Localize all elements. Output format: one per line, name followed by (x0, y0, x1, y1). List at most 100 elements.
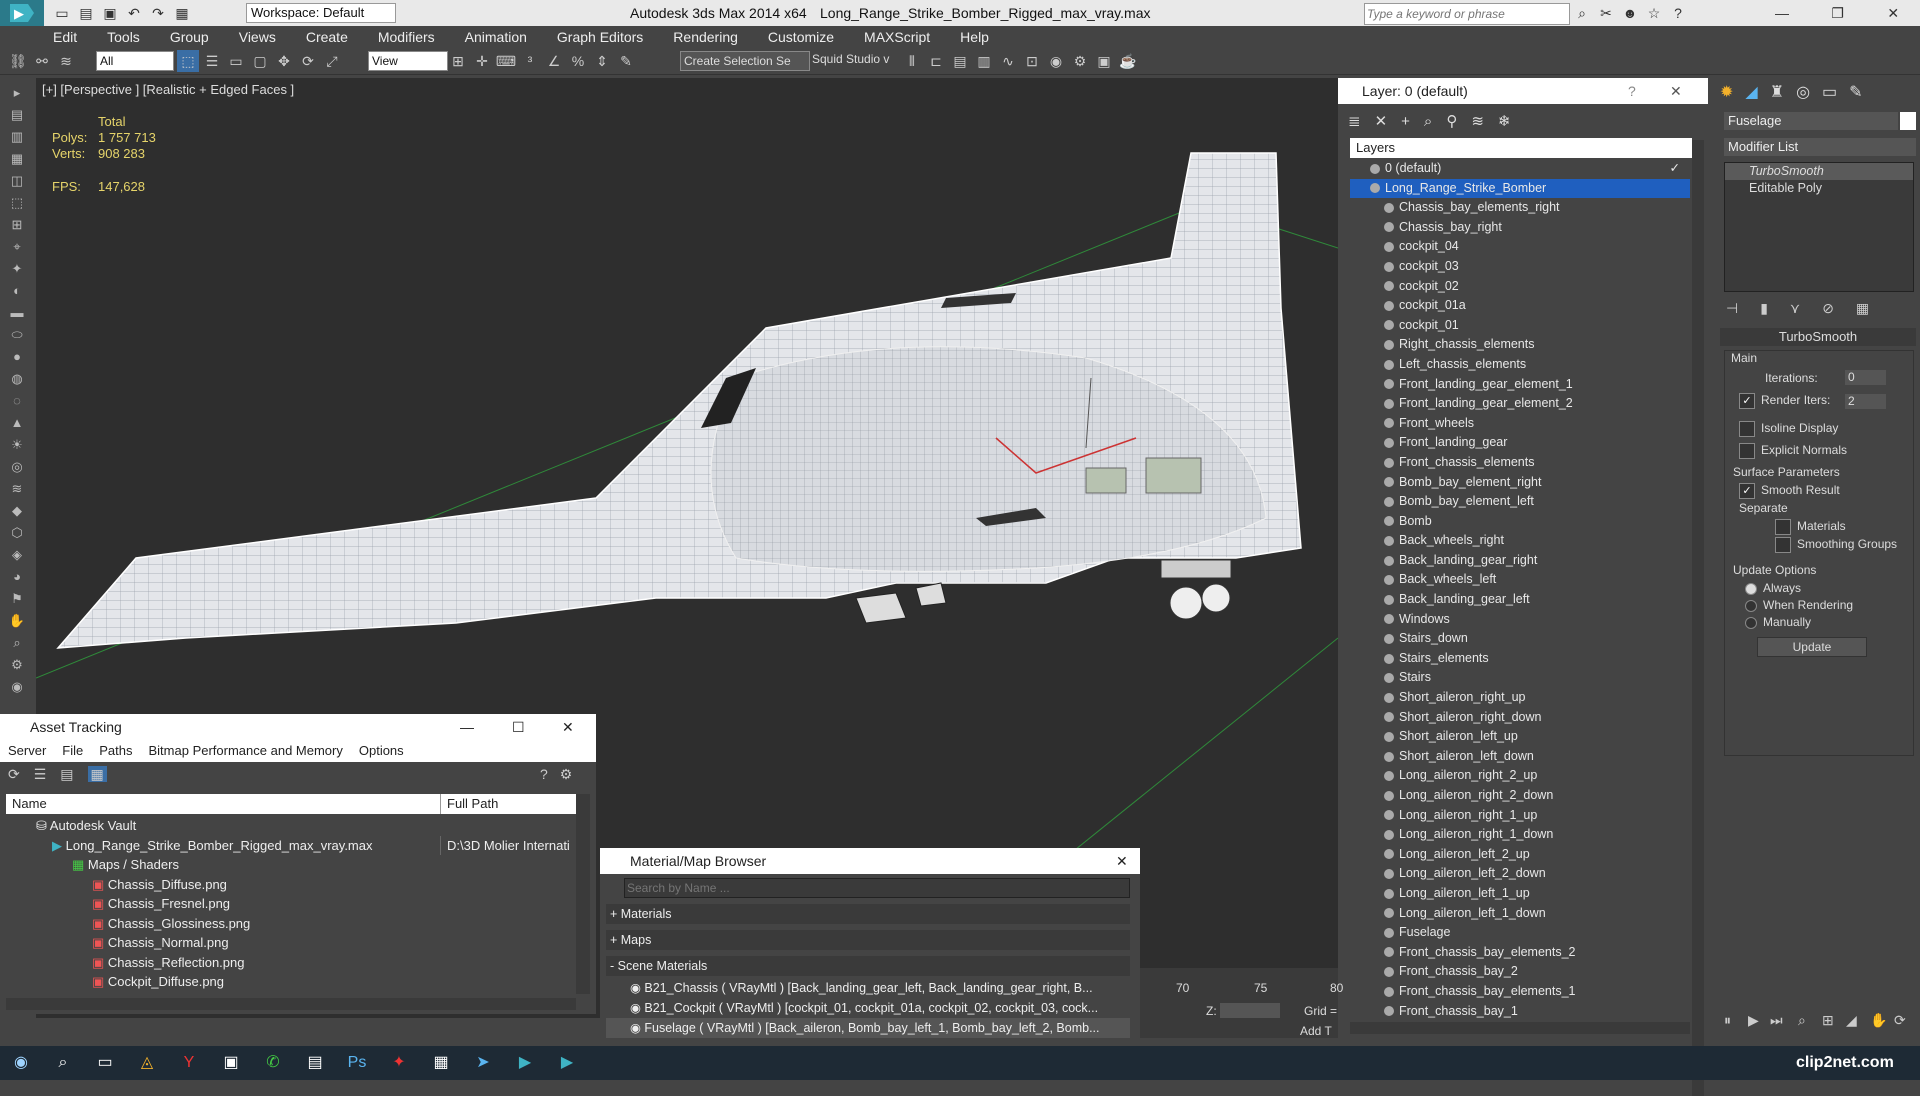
play-icon[interactable]: ▶ (1748, 1012, 1759, 1029)
help-icon[interactable]: ? (540, 766, 548, 782)
layer-object-item[interactable]: Short_aileron_left_down (1350, 747, 1690, 767)
close-icon[interactable]: ✕ (1670, 78, 1682, 104)
tool-5-icon[interactable]: ◫ (4, 170, 30, 192)
layer-object-item[interactable]: cockpit_01a (1350, 296, 1690, 316)
whatsapp-icon[interactable]: ✆ (259, 1049, 287, 1077)
layer-object-item[interactable]: Stairs (1350, 668, 1690, 688)
close-icon[interactable]: ✕ (1883, 3, 1903, 23)
asset-file-row[interactable]: ▶ Long_Range_Strike_Bomber_Rigged_max_vr… (6, 835, 574, 855)
search-input[interactable] (1364, 3, 1570, 25)
maximize-icon[interactable]: ☐ (512, 714, 525, 740)
highlight-layer-icon[interactable]: ⚲ (1446, 113, 1457, 130)
layer-object-item[interactable]: Fuselage (1350, 923, 1690, 943)
asset-vault-row[interactable]: ⛁ Autodesk Vault (6, 816, 574, 836)
scale-icon[interactable]: ⤢ (321, 50, 343, 72)
layer-object-item[interactable]: cockpit_04 (1350, 237, 1690, 257)
layer-object-item[interactable]: Front_chassis_bay_1 (1350, 1002, 1690, 1022)
menu-animation[interactable]: Animation (450, 26, 542, 48)
task-view-icon[interactable]: ▭ (91, 1049, 119, 1077)
new-file-icon[interactable]: ▭ (52, 3, 72, 23)
close-icon[interactable]: ✕ (1116, 848, 1128, 874)
schematic-view-icon[interactable]: ⊡ (1021, 50, 1043, 72)
select-manipulate-icon[interactable]: ✛ (471, 50, 493, 72)
scene-explorer-icon[interactable]: ▤ (949, 50, 971, 72)
render-iters-spinner[interactable]: 2 (1845, 394, 1886, 409)
show-end-result-icon[interactable]: ▮ (1760, 300, 1768, 316)
freeze-layer-icon[interactable]: ❄ (1498, 113, 1511, 130)
redo-icon[interactable]: ↷ (148, 3, 168, 23)
asset-horizontal-scrollbar[interactable] (6, 998, 576, 1010)
tool-6-icon[interactable]: ⬚ (4, 192, 30, 214)
app-icon-5[interactable]: ▦ (427, 1049, 455, 1077)
pan-icon[interactable]: ✋ (1870, 1012, 1887, 1029)
tool-18-icon[interactable]: ◎ (4, 456, 30, 478)
layer-object-item[interactable]: Long_aileron_left_1_up (1350, 884, 1690, 904)
asset-vertical-scrollbar[interactable] (576, 794, 590, 994)
delete-layer-icon[interactable]: ✕ (1375, 113, 1388, 130)
scene-material-item[interactable]: ◉ B21_Chassis ( VRayMtl ) [Back_landing_… (606, 978, 1130, 998)
tool-14-icon[interactable]: ◍ (4, 368, 30, 390)
asset-map-row[interactable]: ▣ Cockpit_Diffuse.png (6, 972, 574, 992)
studio-label[interactable]: Squid Studio v (812, 52, 889, 66)
layer-object-item[interactable]: Front_wheels (1350, 414, 1690, 434)
make-unique-icon[interactable]: ⋎ (1790, 300, 1800, 316)
display-tab-icon[interactable]: ▭ (1822, 84, 1837, 101)
menu-maxscript[interactable]: MAXScript (849, 26, 945, 48)
layer-object-item[interactable]: Front_chassis_bay_elements_2 (1350, 943, 1690, 963)
object-color-swatch[interactable] (1900, 112, 1916, 130)
tool-9-icon[interactable]: ✦ (4, 258, 30, 280)
tool-4-icon[interactable]: ▦ (4, 148, 30, 170)
tool-28-icon[interactable]: ◉ (4, 676, 30, 698)
add-to-layer-icon[interactable]: + (1401, 113, 1410, 130)
update-button[interactable]: Update (1757, 637, 1867, 657)
tool-21-icon[interactable]: ⬡ (4, 522, 30, 544)
tool-3-icon[interactable]: ▥ (4, 126, 30, 148)
scene-material-item[interactable]: ◉ B21_Cockpit ( VRayMtl ) [cockpit_01, c… (606, 998, 1130, 1018)
tool-1-icon[interactable]: ▸ (4, 82, 30, 104)
user-icon[interactable]: ☻ (1620, 3, 1640, 23)
table-view-icon[interactable]: ▦ (87, 766, 107, 782)
layer-object-item[interactable]: Front_chassis_bay_elements_1 (1350, 982, 1690, 1002)
window-crossing-icon[interactable]: ▢ (249, 50, 271, 72)
3dsmax-taskbar-icon-2[interactable]: ▶ (553, 1049, 581, 1077)
tool-23-icon[interactable]: ◕ (4, 566, 30, 588)
rectangular-selection-icon[interactable]: ▭ (225, 50, 247, 72)
next-frame-icon[interactable]: ⏭ (1770, 1012, 1783, 1029)
play-pause-icon[interactable]: ⏸ (1724, 1012, 1731, 1029)
keyboard-shortcut-icon[interactable]: ⌨ (495, 50, 517, 72)
tool-25-icon[interactable]: ✋ (4, 610, 30, 632)
tool-22-icon[interactable]: ◈ (4, 544, 30, 566)
explicit-normals-checkbox[interactable] (1739, 443, 1755, 459)
layer-manager-icon[interactable]: ▥ (973, 50, 995, 72)
group-materials[interactable]: + Materials (606, 904, 1130, 924)
material-search-input[interactable] (624, 878, 1130, 898)
zoom-extents-icon[interactable]: ⊞ (1822, 1012, 1834, 1029)
project-folder-icon[interactable]: ▦ (172, 3, 192, 23)
layer-object-item[interactable]: Chassis_bay_right (1350, 218, 1690, 238)
app-logo-icon[interactable]: ▶ (0, 0, 44, 26)
app-icon-3[interactable]: ▣ (217, 1049, 245, 1077)
percent-snap-icon[interactable]: % (567, 50, 589, 72)
object-name-field[interactable]: Fuselage (1724, 112, 1898, 130)
curve-editor-icon[interactable]: ∿ (997, 50, 1019, 72)
pin-stack-icon[interactable]: ⊣ (1726, 300, 1738, 316)
modifier-list-dropdown[interactable]: Modifier List (1724, 138, 1916, 156)
rotate-icon[interactable]: ⟳ (297, 50, 319, 72)
menu-create[interactable]: Create (291, 26, 363, 48)
help-icon[interactable]: ? (1668, 3, 1688, 23)
refresh-icon[interactable]: ⟳ (8, 766, 20, 782)
layer-object-item[interactable]: Long_aileron_right_2_down (1350, 786, 1690, 806)
thumbnail-view-icon[interactable]: ▤ (60, 766, 73, 782)
layer-object-item[interactable]: Front_landing_gear (1350, 433, 1690, 453)
reference-coordinate-dropdown[interactable]: View (368, 51, 448, 71)
tool-24-icon[interactable]: ⚑ (4, 588, 30, 610)
tool-20-icon[interactable]: ◆ (4, 500, 30, 522)
select-by-name-icon[interactable]: ☰ (201, 50, 223, 72)
tool-15-icon[interactable]: ◌ (4, 390, 30, 412)
asset-maps-folder-row[interactable]: ▦ Maps / Shaders (6, 855, 574, 875)
always-radio[interactable] (1745, 582, 1757, 595)
binoculars-icon[interactable]: ⌕ (1572, 3, 1592, 23)
tool-19-icon[interactable]: ≋ (4, 478, 30, 500)
when-rendering-radio[interactable] (1745, 599, 1757, 612)
stack-item-turbosmooth[interactable]: TurboSmooth (1725, 163, 1913, 180)
